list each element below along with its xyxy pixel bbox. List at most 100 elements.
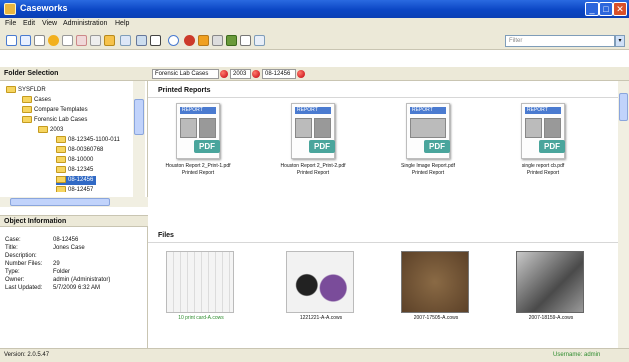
- tree-vertical-scrollbar[interactable]: [133, 81, 145, 197]
- print-icon[interactable]: [120, 35, 131, 46]
- report-item[interactable]: REPORT PDF single report cb.pdf Printed …: [508, 103, 578, 185]
- fingerprint-card-thumbnail: [166, 251, 234, 313]
- info-value-case: 08-12456: [53, 237, 79, 243]
- settings-icon[interactable]: [62, 35, 73, 46]
- new-folder-icon[interactable]: [20, 35, 31, 46]
- file-item[interactable]: 2007-17505-A.cows: [391, 251, 481, 321]
- info-label-type: Type:: [5, 269, 20, 275]
- surface-photo-thumbnail: [401, 251, 469, 313]
- breadcrumb-separator-icon[interactable]: [297, 70, 305, 78]
- report-thumb: [525, 118, 542, 138]
- info-value-owner: admin (Administrator): [53, 277, 111, 283]
- report-item[interactable]: REPORT PDF Single Image Report.pdf Print…: [393, 103, 463, 185]
- alert-icon[interactable]: [198, 35, 209, 46]
- menu-help[interactable]: Help: [115, 20, 129, 27]
- folder-icon: [56, 176, 66, 183]
- image-icon[interactable]: [226, 35, 237, 46]
- info-label-title: Title:: [5, 245, 18, 251]
- report-thumb: [544, 118, 561, 138]
- tree-node-case-4[interactable]: 08-12345: [56, 166, 93, 175]
- report-name: Single Image Report.pdf: [401, 163, 455, 169]
- tree-node-case-2[interactable]: 08-00360768: [56, 146, 103, 155]
- breadcrumb-item-forensic-lab-cases[interactable]: Forensic Lab Cases: [152, 69, 219, 79]
- view-mode-icon[interactable]: [136, 35, 147, 46]
- app-logo-icon: [4, 3, 16, 15]
- menu-view[interactable]: View: [42, 20, 57, 27]
- compare-icon[interactable]: [212, 35, 223, 46]
- tree-node-2003[interactable]: 2003: [38, 126, 63, 135]
- filter-dropdown-icon[interactable]: ▾: [615, 35, 625, 47]
- tree-node-case-selected[interactable]: 08-12456: [56, 176, 97, 185]
- breadcrumb-separator-icon[interactable]: [252, 70, 260, 78]
- info-label-last-updated: Last Updated:: [5, 285, 43, 291]
- pdf-badge: PDF: [194, 140, 220, 153]
- print-thumbnail: [286, 251, 354, 313]
- folder-icon: [56, 136, 66, 143]
- report-item[interactable]: REPORT PDF Houston Report 2_Print-2.pdf …: [278, 103, 348, 185]
- report-tag: REPORT: [180, 107, 216, 114]
- report-name: Houston Report 2_Print-2.pdf: [280, 163, 346, 169]
- pdf-badge: PDF: [539, 140, 565, 153]
- properties-icon[interactable]: [90, 35, 101, 46]
- window-title: Caseworks: [20, 3, 68, 13]
- scroll-thumb[interactable]: [619, 93, 628, 121]
- photo-thumbnail: [516, 251, 584, 313]
- info-label-case: Case:: [5, 237, 21, 243]
- document-icon[interactable]: [34, 35, 45, 46]
- pdf-badge: PDF: [424, 140, 450, 153]
- scroll-thumb[interactable]: [134, 99, 144, 135]
- report-tag: REPORT: [295, 107, 331, 114]
- breadcrumb-item-2003[interactable]: 2003: [230, 69, 251, 79]
- tree-horizontal-scrollbar[interactable]: [0, 197, 148, 207]
- file-item[interactable]: 10 print card-A.cows: [156, 251, 246, 321]
- pdf-report-icon: REPORT PDF: [176, 103, 220, 159]
- tree-node-case-6[interactable]: 08-12457: [56, 186, 93, 192]
- report-thumb: [295, 118, 312, 138]
- close-button[interactable]: ✕: [613, 2, 627, 16]
- tree-node-case-1[interactable]: 08-12345-1100-011: [56, 136, 120, 145]
- menu-bar: File Edit View Administration Help: [0, 18, 629, 32]
- record-icon[interactable]: [184, 35, 195, 46]
- report-thumb: [180, 118, 197, 138]
- import-icon[interactable]: [48, 35, 59, 46]
- zoom-icon[interactable]: [254, 35, 265, 46]
- pdf-report-icon: REPORT PDF: [406, 103, 450, 159]
- grid-icon[interactable]: [240, 35, 251, 46]
- folder-icon: [56, 146, 66, 153]
- folder-icon: [22, 106, 32, 113]
- menu-edit[interactable]: Edit: [23, 20, 35, 27]
- delete-icon[interactable]: [76, 35, 87, 46]
- file-name: 1221221-A-A.cows: [299, 315, 343, 321]
- new-icon[interactable]: [6, 35, 17, 46]
- section-divider: [148, 242, 618, 243]
- object-information-header: Object Information: [0, 215, 148, 227]
- tree-node-cases[interactable]: Cases: [22, 96, 51, 105]
- file-item[interactable]: 1221221-A-A.cows: [276, 251, 366, 321]
- refresh-icon[interactable]: [168, 35, 179, 46]
- tree-node-sysfldr[interactable]: SYSFLDR: [6, 86, 46, 95]
- report-name: single report cb.pdf: [521, 163, 565, 169]
- breadcrumb-item-case[interactable]: 08-12456: [262, 69, 296, 79]
- maximize-button[interactable]: □: [599, 2, 613, 16]
- breadcrumb-separator-icon[interactable]: [220, 70, 228, 78]
- info-value-last-updated: 5/7/2009 6:32 AM: [53, 285, 101, 291]
- folder-icon: [22, 116, 32, 123]
- menu-file[interactable]: File: [5, 20, 16, 27]
- thumbnail-view-icon[interactable]: [150, 35, 161, 46]
- filter-input[interactable]: Filter: [505, 35, 615, 47]
- folder-icon: [22, 96, 32, 103]
- tree-node-case-3[interactable]: 08-10000: [56, 156, 93, 165]
- pdf-report-icon: REPORT PDF: [521, 103, 565, 159]
- report-item[interactable]: REPORT PDF Houston Report 2_Print-1.pdf …: [163, 103, 233, 185]
- minimize-button[interactable]: _: [585, 2, 599, 16]
- open-folder-icon[interactable]: [104, 35, 115, 46]
- tree-node-forensic-lab-cases[interactable]: Forensic Lab Cases: [22, 116, 87, 125]
- printed-reports-header: Printed Reports: [158, 87, 211, 94]
- menu-administration[interactable]: Administration: [63, 20, 107, 27]
- scroll-thumb[interactable]: [10, 198, 110, 206]
- folder-icon: [38, 126, 48, 133]
- tree-node-compare-templates[interactable]: Compare Templates: [22, 106, 88, 115]
- file-item[interactable]: 2007-18159-A.cows: [506, 251, 596, 321]
- report-thumb: [314, 118, 331, 138]
- main-vertical-scrollbar[interactable]: [618, 81, 629, 348]
